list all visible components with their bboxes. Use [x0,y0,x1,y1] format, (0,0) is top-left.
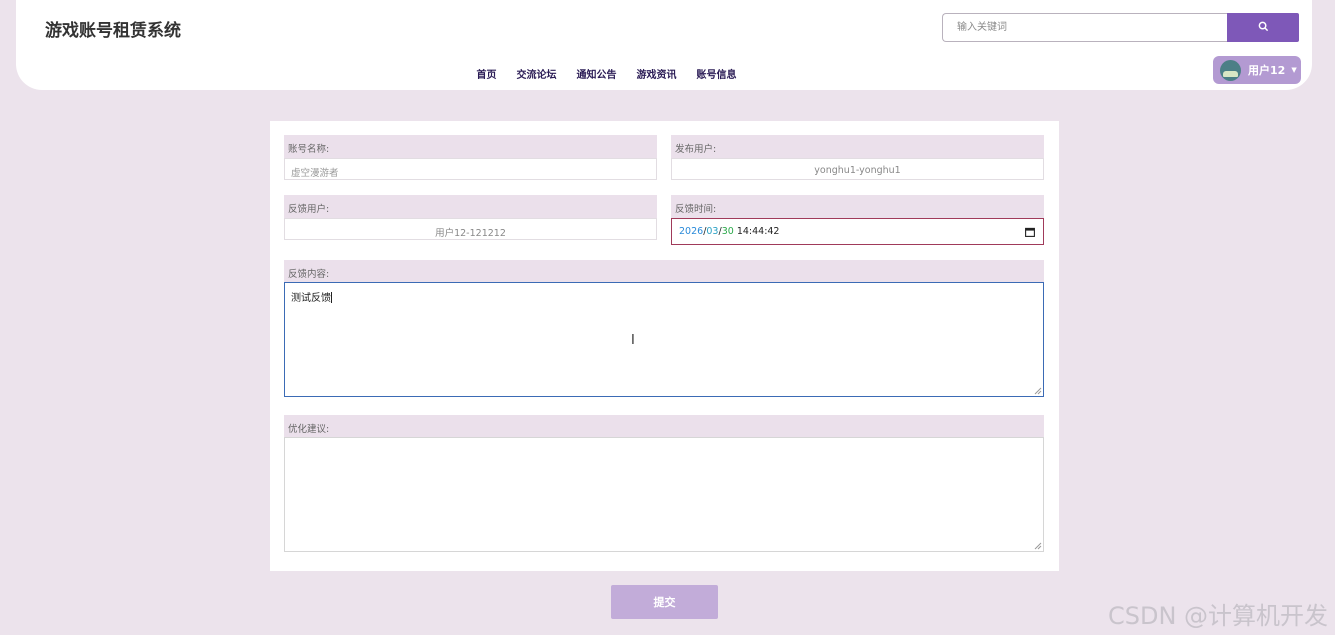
ibeam-cursor-icon: I [631,333,635,348]
nav-item-announcements[interactable]: 通知公告 [577,66,617,81]
nav-item-account-info[interactable]: 账号信息 [697,66,737,81]
avatar [1220,59,1241,81]
search-input[interactable] [942,13,1228,42]
chevron-down-icon: ▼ [1291,66,1297,74]
feedback-content-textarea[interactable]: 测试反馈 [284,282,1044,397]
submit-button[interactable]: 提交 [611,585,718,619]
user-menu-button[interactable]: 用户12 ▼ [1213,56,1301,84]
date-day: 30 [721,226,734,237]
site-title: 游戏账号租赁系统 [45,21,181,41]
user-name: 用户12 [1248,64,1286,77]
top-header: 游戏账号租赁系统 首页 交流论坛 通知公告 游戏资讯 账号信息 用户12 ▼ [16,0,1312,90]
feedback-time-field[interactable]: 2026/03/30 14:44:42 [671,218,1044,245]
nav-item-home[interactable]: 首页 [477,66,497,81]
publisher-field: yonghu1-yonghu1 [671,158,1044,180]
text-cursor [331,292,332,303]
feedback-time-label: 反馈时间: [671,195,1044,218]
nav-item-game-news[interactable]: 游戏资讯 [637,66,677,81]
resize-grip-icon[interactable] [1034,387,1042,395]
feedback-user-label: 反馈用户: [284,195,657,218]
suggestion-label: 优化建议: [284,415,1044,438]
time-value: 14:44:42 [736,226,780,237]
account-name-label: 账号名称: [284,135,657,158]
main-nav: 首页 交流论坛 通知公告 游戏资讯 账号信息 [16,66,1312,81]
date-month: 03 [706,226,719,237]
feedback-form: 账号名称: 虚空漫游者 发布用户: yonghu1-yonghu1 反馈用户: … [270,121,1059,571]
feedback-content-label: 反馈内容: [284,260,1044,283]
publisher-label: 发布用户: [671,135,1044,158]
watermark: CSDN @计算机开发 [1108,602,1329,630]
date-year: 2026 [679,226,704,237]
account-name-field[interactable]: 虚空漫游者 [284,158,657,180]
feedback-content-text: 测试反馈 [291,293,331,304]
search-button[interactable] [1227,13,1299,42]
search-icon [1258,20,1269,35]
suggestion-textarea[interactable] [284,437,1044,552]
feedback-user-field: 用户12-121212 [284,218,657,240]
calendar-icon[interactable] [1025,227,1035,240]
resize-grip-icon[interactable] [1034,542,1042,550]
nav-item-forum[interactable]: 交流论坛 [517,66,557,81]
